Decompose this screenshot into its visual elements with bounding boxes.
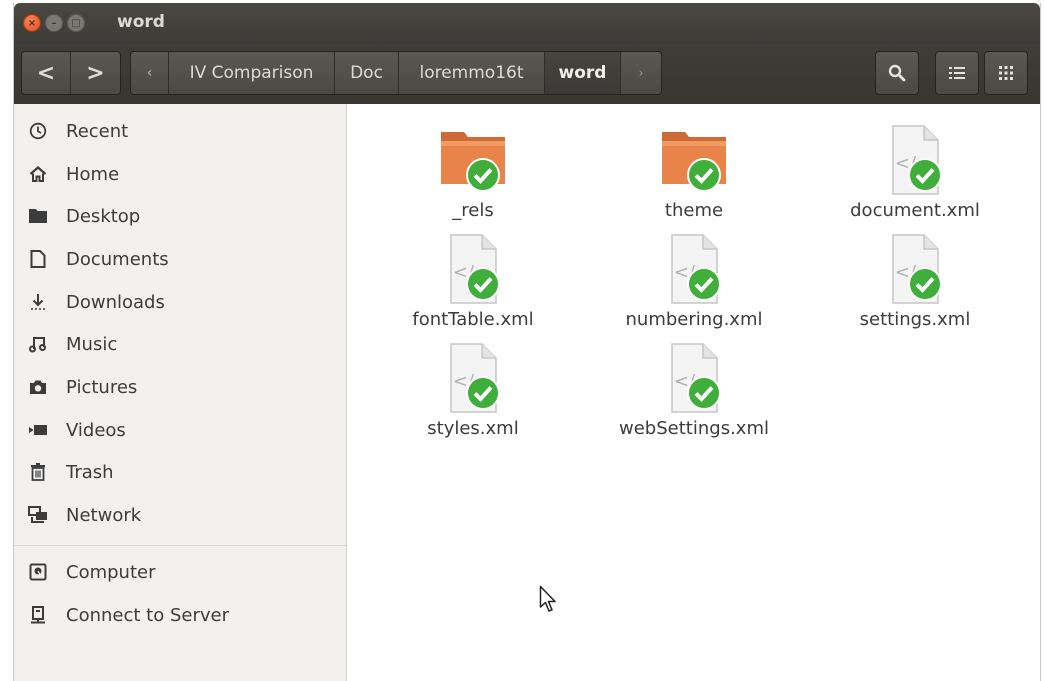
xml-file-icon: </> [659,342,729,416]
forward-button[interactable]: > [71,52,120,94]
minimize-window-button[interactable]: – [45,14,63,32]
toolbar: < > ‹ IV Comparison Doc loremmo16t word … [14,43,1040,104]
sidebar-item-recent[interactable]: Recent [14,111,346,151]
sidebar-item-network[interactable]: Network [14,495,346,535]
sidebar-item-label: Recent [66,120,129,142]
sync-check-icon [687,376,721,410]
sidebar-item-label: Pictures [66,376,138,398]
breadcrumb-item-current[interactable]: word [545,52,621,94]
sidebar-item-desktop[interactable]: Desktop [14,196,346,236]
sync-check-icon [687,267,721,301]
breadcrumb-item[interactable]: loremmo16t [399,52,545,94]
navigation-buttons: < > [21,51,121,95]
file-name: settings.xml [859,309,971,330]
sync-check-icon [466,158,500,192]
title-bar: × – □ word [14,3,1040,43]
server-icon [27,604,49,626]
file-name: document.xml [850,200,980,221]
back-button[interactable]: < [22,52,72,94]
sync-check-icon [687,158,721,192]
file-name: theme [664,200,724,221]
sidebar: Recent Home Desktop Documents Downloads [14,104,347,681]
close-window-button[interactable]: × [23,14,41,32]
file-item-folder[interactable]: theme [594,124,794,221]
search-icon [888,64,906,82]
sidebar-item-videos[interactable]: Videos [14,410,346,450]
sidebar-item-pictures[interactable]: Pictures [14,367,346,407]
music-icon [27,333,49,355]
folder-icon [27,205,49,227]
breadcrumb: ‹ IV Comparison Doc loremmo16t word › [130,51,662,95]
file-item-xml[interactable]: </> document.xml [815,124,1015,221]
camera-icon [27,376,49,398]
file-name: numbering.xml [625,309,763,330]
file-item-xml[interactable]: </> numbering.xml [594,233,794,330]
xml-file-icon: </> [438,342,508,416]
sync-check-icon [908,267,942,301]
sync-check-icon [466,267,500,301]
sidebar-item-documents[interactable]: Documents [14,239,346,279]
path-scroll-right-button[interactable]: › [621,52,661,94]
trash-icon [27,461,49,483]
sidebar-item-trash[interactable]: Trash [14,452,346,492]
sidebar-item-music[interactable]: Music [14,324,346,364]
file-item-xml[interactable]: </> webSettings.xml [594,342,794,439]
document-icon [27,248,49,270]
breadcrumb-item[interactable]: Doc [335,52,399,94]
video-icon [27,419,49,441]
file-name: styles.xml [427,418,519,439]
sidebar-item-connect-to-server[interactable]: Connect to Server [14,595,346,635]
sidebar-item-label: Documents [66,248,169,270]
sidebar-item-label: Connect to Server [66,604,229,626]
sidebar-item-label: Videos [66,419,126,441]
file-name: _rels [452,200,494,221]
list-view-icon [949,67,965,79]
search-button[interactable] [875,51,919,95]
sidebar-item-computer[interactable]: Computer [14,552,346,592]
file-manager-window: × – □ word < > ‹ IV Comparison Doc lorem… [13,3,1041,681]
sidebar-item-home[interactable]: Home [14,154,346,194]
xml-file-icon: </> [880,233,950,307]
sync-check-icon [466,376,500,410]
list-view-button[interactable] [935,51,979,95]
sidebar-item-label: Desktop [66,205,141,227]
sidebar-divider [14,545,346,546]
folder-icon [438,124,508,198]
path-scroll-left-button[interactable]: ‹ [131,52,169,94]
network-icon [27,504,49,526]
file-item-folder[interactable]: _rels [373,124,573,221]
grid-view-button[interactable] [984,51,1028,95]
folder-icon [659,124,729,198]
sidebar-item-label: Music [66,333,118,355]
clock-icon [27,120,49,142]
sidebar-item-downloads[interactable]: Downloads [14,282,346,322]
computer-icon [27,561,49,583]
maximize-window-button[interactable]: □ [67,14,85,32]
window-title: word [117,12,165,32]
file-item-xml[interactable]: </> styles.xml [373,342,573,439]
sidebar-item-label: Home [66,163,120,185]
sync-check-icon [908,158,942,192]
sidebar-item-label: Trash [66,461,114,483]
file-item-xml[interactable]: </> settings.xml [815,233,1015,330]
file-item-xml[interactable]: </> fontTable.xml [373,233,573,330]
home-icon [27,163,49,185]
mouse-cursor-icon [539,585,556,612]
download-icon [27,291,49,313]
file-grid: _rels theme </> docum [348,104,1040,681]
sidebar-item-label: Computer [66,561,156,583]
file-name: webSettings.xml [619,418,769,439]
file-name: fontTable.xml [412,309,534,330]
xml-file-icon: </> [880,124,950,198]
sidebar-item-label: Downloads [66,291,165,313]
xml-file-icon: </> [659,233,729,307]
sidebar-item-label: Network [66,504,142,526]
breadcrumb-item[interactable]: IV Comparison [169,52,335,94]
grid-view-icon [999,66,1013,80]
xml-file-icon: </> [438,233,508,307]
